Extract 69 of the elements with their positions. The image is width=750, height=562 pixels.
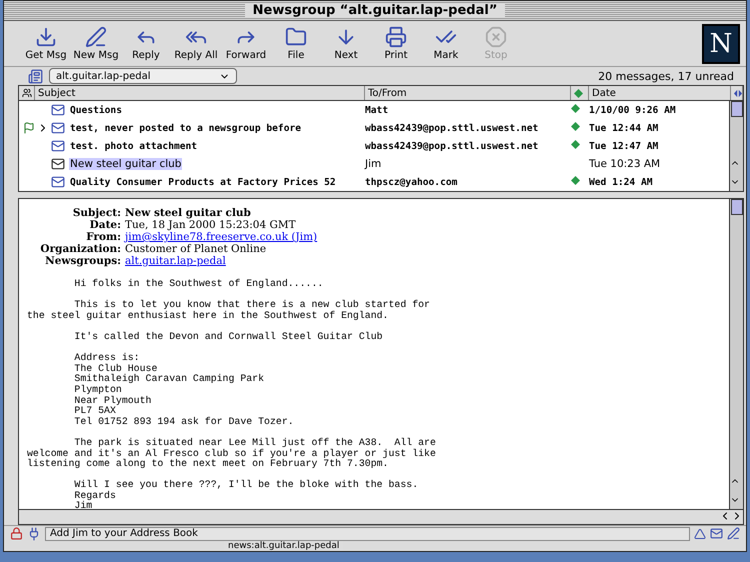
left-right-arrows-icon [734, 88, 742, 98]
window-title: Newsgroup “alt.guitar.lap-pedal” [244, 3, 506, 18]
header-value: Tue, 18 Jan 2000 15:23:04 GMT [125, 219, 297, 231]
message-paragraph: It's called the Devon and Cornwall Steel Guitar Club [73, 332, 384, 343]
folder-dropdown[interactable]: alt.guitar.lap-pedal [49, 68, 237, 84]
download-icon [35, 26, 57, 48]
triangle-icon [694, 528, 706, 540]
sender-cell-text: Jim [365, 158, 382, 170]
sender-cell-text: thpscz@yahoo.com [365, 176, 458, 188]
header-label: Newsgroups: [44, 255, 121, 267]
toolbar-button[interactable]: Forward [222, 22, 270, 66]
toolbar-button[interactable]: Print [372, 22, 420, 66]
logo: N [702, 24, 740, 64]
header-link[interactable]: jim@skyline78.freeserve.co.uk (Jim) [125, 231, 721, 243]
column-header[interactable]: Subject [35, 86, 365, 100]
header-value: New steel guitar club [125, 207, 252, 219]
date-cell-text: Tue 12:47 AM [589, 140, 660, 152]
plug-icon [27, 526, 41, 540]
subject-cell: New steel guitar club [69, 158, 182, 170]
stop-icon [485, 26, 507, 48]
subject-cell: test, never posted to a newsgroup before [69, 122, 302, 134]
scrollbar[interactable] [729, 199, 743, 509]
message-paragraph: Hi folks in the Southwest of England...... [73, 279, 324, 290]
toolbar-button[interactable]: File [272, 22, 320, 66]
subject-cell: Questions [69, 104, 123, 116]
message-paragraph: This is to let you know that there is a new club started for the steel guitar enthusiast here in the Southwest of England. [27, 300, 431, 322]
unread-diamond-icon [571, 176, 580, 185]
toolbar-button[interactable]: Next [322, 22, 370, 66]
sender-cell-text: wbass42439@pop.sttl.uswest.net [365, 140, 540, 152]
toolbar-button[interactable]: Mark [422, 22, 470, 66]
lock-icon [10, 527, 23, 540]
column-header[interactable]: To/From [365, 86, 571, 100]
header-value: Customer of Planet Online [125, 243, 268, 255]
message-paragraph: Address is: The Club House Smithaleigh Caravan Camping Park Plympton Near Plymouth PL7 5AX Tel 01752 893 194 ask for Dave Tozer. [73, 353, 295, 428]
status-text: Add Jim to your Address Book [45, 526, 690, 540]
column-toggle-button[interactable] [731, 86, 743, 100]
pen-icon[interactable] [727, 527, 740, 540]
message-paragraph: Will I see you there ???, I'll be the bloke with the bass. Regards Jim [73, 480, 420, 509]
message-paragraph: The park is situated near Lee Mill just off the A38. All are welcome and it's an Al Fresco club so if you're a player or just like listening come along to the next meet on February 7th 7.30pm. [27, 438, 437, 470]
header-label: Organization: [39, 243, 121, 255]
subject-cell: Quality Consumer Products at Factory Prices 52 [69, 176, 337, 188]
sender-cell-text: Matt [365, 104, 390, 116]
toolbar-button[interactable]: Get Msg [22, 22, 70, 66]
printer-icon [385, 26, 407, 48]
mail-icon[interactable] [710, 527, 723, 540]
diamond-icon [574, 88, 583, 98]
column-header[interactable]: Date [589, 86, 731, 100]
header-link[interactable]: alt.guitar.lap-pedal [125, 255, 721, 267]
message-count: 20 messages, 17 unread [598, 70, 734, 82]
header-label: From: [85, 231, 121, 243]
date-cell-text: 1/10/00 9:26 AM [589, 104, 677, 116]
scroll-thumb[interactable] [730, 199, 742, 215]
date-cell-text: Tue 12:44 AM [589, 122, 660, 134]
scrollbar[interactable] [729, 101, 743, 191]
pen-icon [85, 26, 107, 48]
horizontal-scrollbar[interactable] [18, 510, 744, 525]
date-cell-text: Wed 1:24 AM [589, 176, 654, 188]
toolbar-button[interactable]: Reply [122, 22, 170, 66]
scroll-thumb[interactable] [730, 101, 742, 117]
subject-cell: test. photo attachment [69, 140, 198, 152]
header-label: Subject: [72, 207, 121, 219]
toolbar-button[interactable]: New Msg [72, 22, 120, 66]
header-label: Date: [88, 219, 121, 231]
folder-icon [285, 26, 307, 48]
people-icon [22, 88, 32, 98]
toolbar-button[interactable]: Reply All [172, 22, 220, 66]
newsgroup-icon [28, 68, 43, 84]
date-cell-text: Tue 10:23 AM [589, 158, 662, 170]
sender-cell-text: wbass42439@pop.sttl.uswest.net [365, 122, 540, 134]
